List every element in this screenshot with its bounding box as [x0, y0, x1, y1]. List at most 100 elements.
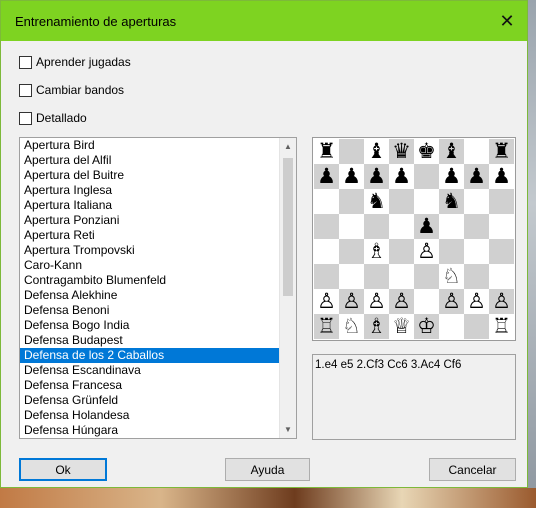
board-square — [314, 239, 339, 264]
board-square — [339, 189, 364, 214]
openings-list[interactable]: Apertura Bird Apertura del Alfil Apertura … — [19, 137, 297, 439]
board-square: ♙ — [389, 289, 414, 314]
white-king-icon: ♔ — [417, 314, 436, 338]
switch-sides-checkbox[interactable]: Cambiar bandos — [19, 83, 124, 97]
board-square: ♙ — [414, 239, 439, 264]
checkbox-box[interactable] — [19, 111, 32, 125]
board-square: ♞ — [439, 189, 464, 214]
list-item[interactable]: Defensa Húngara — [20, 423, 280, 438]
board-square: ♙ — [339, 289, 364, 314]
list-item[interactable]: Apertura del Alfil — [20, 153, 280, 168]
board-square — [414, 189, 439, 214]
chess-board-preview: ♜ ♝ ♛ ♚ ♝ ♜ ♟ ♟ ♟ ♟ ♟ ♟ ♟ ♞ ♞ ♟ ♗ ♙ ♘ ♙ ♙ ♙ ♙ ♙ ♙ ♙ ♖ ♘ ♗ ♕ ♔ ♖ — [312, 137, 516, 341]
list-item[interactable]: Apertura Ponziani — [20, 213, 280, 228]
chess-board: ♜ ♝ ♛ ♚ ♝ ♜ ♟ ♟ ♟ ♟ ♟ ♟ ♟ ♞ ♞ ♟ ♗ ♙ ♘ ♙ ♙ ♙ ♙ ♙ ♙ ♙ ♖ ♘ ♗ ♕ ♔ ♖ — [314, 139, 514, 339]
black-pawn-icon: ♟ — [317, 164, 336, 188]
white-pawn-icon: ♙ — [342, 289, 361, 313]
cancel-button[interactable]: Cancelar — [429, 458, 516, 481]
scroll-up-icon[interactable]: ▲ — [280, 138, 296, 155]
openings-scrollbar[interactable]: ▲ ▼ — [279, 138, 296, 438]
black-pawn-icon: ♟ — [492, 164, 511, 188]
white-bishop-icon: ♗ — [367, 314, 386, 338]
board-square: ♘ — [339, 314, 364, 339]
board-square: ♟ — [489, 164, 514, 189]
white-pawn-icon: ♙ — [442, 289, 461, 313]
list-item[interactable]: Contragambito Blumenfeld — [20, 273, 280, 288]
list-item[interactable]: Defensa Bogo India — [20, 318, 280, 333]
list-item[interactable]: Apertura Trompovski — [20, 243, 280, 258]
board-square: ♙ — [464, 289, 489, 314]
white-pawn-icon: ♙ — [467, 289, 486, 313]
list-item[interactable]: Defensa Escandinava — [20, 363, 280, 378]
board-square — [389, 264, 414, 289]
board-square — [464, 189, 489, 214]
ok-button[interactable]: Ok — [19, 458, 107, 481]
board-square — [389, 189, 414, 214]
list-item[interactable]: Defensa Francesa — [20, 378, 280, 393]
list-item[interactable]: Apertura del Buitre — [20, 168, 280, 183]
board-square — [464, 214, 489, 239]
close-button[interactable]: ✕ — [487, 1, 527, 41]
scrollbar-thumb[interactable] — [283, 158, 293, 296]
black-knight-icon: ♞ — [442, 189, 461, 213]
checkbox-box[interactable] — [19, 55, 32, 69]
board-square — [439, 214, 464, 239]
white-pawn-icon: ♙ — [367, 289, 386, 313]
checkbox-label: Cambiar bandos — [36, 83, 125, 97]
black-pawn-icon: ♟ — [367, 164, 386, 188]
list-item[interactable]: Apertura Reti — [20, 228, 280, 243]
detailed-checkbox[interactable]: Detallado — [19, 111, 87, 125]
white-pawn-icon: ♙ — [417, 239, 436, 263]
board-square: ♕ — [389, 314, 414, 339]
board-square — [464, 239, 489, 264]
board-square — [389, 239, 414, 264]
window-title: Entrenamiento de aperturas — [15, 13, 177, 29]
list-item[interactable]: Defensa de los 2 Caballos — [20, 348, 280, 363]
black-rook-icon: ♜ — [317, 139, 336, 163]
board-square — [314, 189, 339, 214]
board-square: ♟ — [414, 214, 439, 239]
list-item[interactable]: Defensa Holandesa — [20, 408, 280, 423]
list-item[interactable]: Apertura Bird — [20, 138, 280, 153]
white-pawn-icon: ♙ — [392, 289, 411, 313]
board-square — [339, 239, 364, 264]
list-item[interactable]: Caro-Kann — [20, 258, 280, 273]
board-square — [339, 139, 364, 164]
list-item[interactable]: Apertura Inglesa — [20, 183, 280, 198]
close-icon: ✕ — [499, 10, 515, 31]
board-square: ♙ — [314, 289, 339, 314]
board-square: ♟ — [364, 164, 389, 189]
list-item[interactable]: Defensa Benoni — [20, 303, 280, 318]
black-pawn-icon: ♟ — [392, 164, 411, 188]
board-square — [489, 239, 514, 264]
moves-text: 1.e4 e5 2.Cf3 Cc6 3.Ac4 Cf6 — [315, 359, 462, 371]
board-square: ♙ — [489, 289, 514, 314]
scroll-down-icon[interactable]: ▼ — [280, 421, 296, 438]
board-square: ♗ — [364, 239, 389, 264]
list-item[interactable]: Defensa Alekhine — [20, 288, 280, 303]
list-item[interactable]: Apertura Italiana — [20, 198, 280, 213]
board-square: ♖ — [314, 314, 339, 339]
board-square: ♙ — [439, 289, 464, 314]
board-square — [364, 214, 389, 239]
board-square: ♙ — [364, 289, 389, 314]
white-bishop-icon: ♗ — [367, 239, 386, 263]
list-item[interactable]: Defensa Grünfeld — [20, 393, 280, 408]
board-square — [464, 139, 489, 164]
black-pawn-icon: ♟ — [467, 164, 486, 188]
help-button[interactable]: Ayuda — [225, 458, 310, 481]
black-pawn-icon: ♟ — [442, 164, 461, 188]
learn-moves-checkbox[interactable]: Aprender jugadas — [19, 55, 131, 69]
board-square: ♜ — [489, 139, 514, 164]
opening-training-dialog: Entrenamiento de aperturas ✕ Aprender ju… — [0, 0, 528, 488]
checkbox-label: Detallado — [36, 111, 87, 125]
board-square — [439, 239, 464, 264]
openings-list-items: Apertura Bird Apertura del Alfil Apertura … — [20, 138, 280, 438]
board-square: ♟ — [339, 164, 364, 189]
board-square: ♟ — [314, 164, 339, 189]
list-item[interactable]: Defensa Budapest — [20, 333, 280, 348]
white-knight-icon: ♘ — [442, 264, 461, 288]
checkbox-box[interactable] — [19, 83, 32, 97]
board-square — [414, 164, 439, 189]
white-knight-icon: ♘ — [342, 314, 361, 338]
